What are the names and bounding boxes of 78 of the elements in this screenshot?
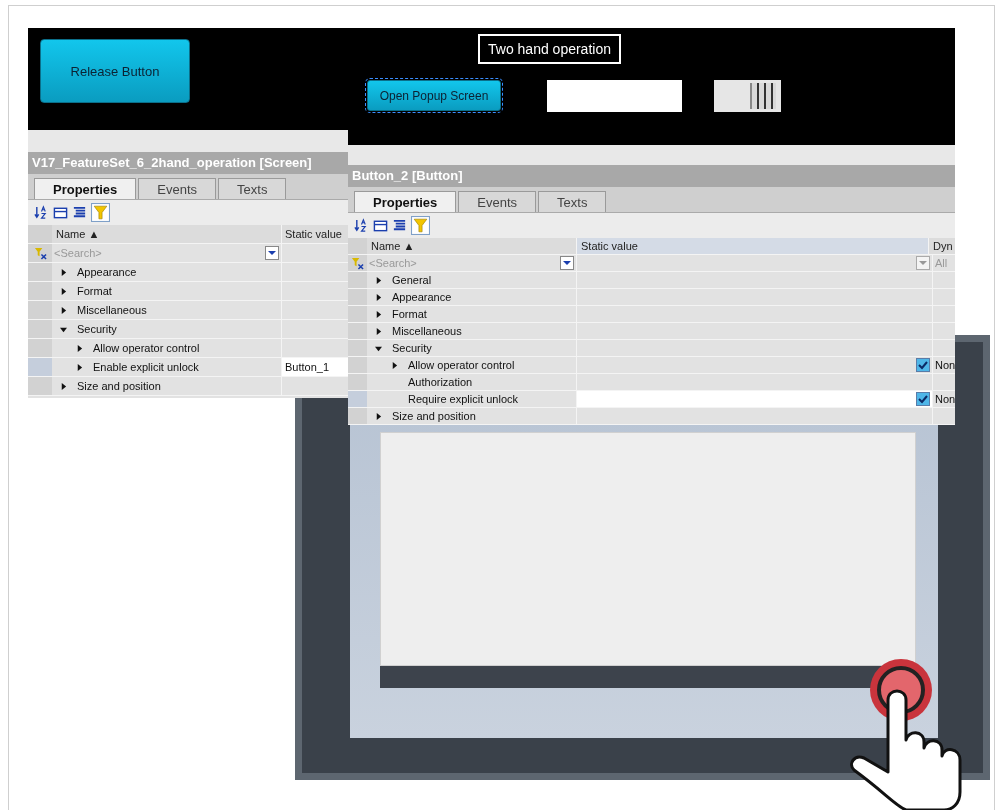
column-header[interactable]: Static value — [282, 225, 348, 243]
inspector-title: Button_2 [Button] — [348, 165, 955, 187]
property-name: Require explicit unlock — [408, 393, 519, 405]
property-name: Allow operator control — [93, 342, 200, 354]
property-name: Appearance — [392, 291, 452, 303]
property-name: Enable explicit unlock — [93, 361, 199, 373]
title-label: Two hand operation — [478, 34, 621, 64]
collapse-triangle-icon[interactable] — [375, 344, 382, 352]
property-row[interactable]: Format — [348, 306, 955, 323]
column-header[interactable]: Dyn — [928, 238, 955, 254]
sort-icon[interactable] — [34, 205, 49, 220]
tab[interactable]: Events — [138, 178, 217, 199]
clear-filter-icon[interactable] — [33, 246, 47, 260]
folder-icon[interactable] — [373, 218, 388, 233]
property-name: Size and position — [392, 410, 476, 422]
tab[interactable]: Properties — [354, 191, 457, 212]
property-name: Security — [392, 342, 432, 354]
dynamic-value: Non — [934, 393, 955, 405]
column-header[interactable]: Name ▲ — [52, 225, 282, 243]
search-field[interactable]: <Search> — [54, 247, 265, 259]
expand-triangle-icon[interactable] — [76, 344, 83, 352]
expand-triangle-icon[interactable] — [60, 268, 67, 276]
property-row[interactable]: Size and position — [348, 408, 955, 425]
tab[interactable]: Texts — [218, 178, 287, 199]
property-name: Security — [77, 323, 117, 335]
checkbox[interactable] — [916, 358, 930, 372]
property-row[interactable]: Appearance — [28, 263, 348, 282]
property-name: Authorization — [408, 376, 473, 388]
property-row[interactable]: Format — [28, 282, 348, 301]
release-button[interactable]: Release Button — [40, 39, 190, 103]
expand-triangle-icon[interactable] — [375, 276, 382, 284]
expand-triangle-icon[interactable] — [375, 310, 382, 318]
property-row[interactable]: Miscellaneous — [28, 301, 348, 320]
property-name: Miscellaneous — [392, 325, 462, 337]
list-icon[interactable] — [392, 218, 407, 233]
property-row[interactable]: Security — [28, 320, 348, 339]
property-row[interactable]: Allow operator control Non — [348, 357, 955, 374]
toggle-knob[interactable] — [750, 83, 776, 109]
sort-icon[interactable] — [354, 218, 369, 233]
expand-triangle-icon[interactable] — [375, 293, 382, 301]
expand-triangle-icon[interactable] — [60, 287, 67, 295]
dynamic-value: Non — [934, 359, 955, 371]
checkbox[interactable] — [916, 392, 930, 406]
dynamic-filter: All — [934, 257, 948, 269]
dropdown-icon[interactable] — [560, 256, 574, 270]
expand-triangle-icon[interactable] — [375, 327, 382, 335]
collapse-triangle-icon[interactable] — [60, 325, 67, 333]
toggle-switch[interactable] — [714, 80, 781, 112]
property-name: Appearance — [77, 266, 137, 278]
expand-triangle-icon[interactable] — [60, 306, 67, 314]
input-field[interactable] — [547, 80, 682, 112]
tab[interactable]: Texts — [538, 191, 607, 212]
property-value: Button_1 — [285, 361, 330, 373]
property-row[interactable]: General — [348, 272, 955, 289]
property-name: Format — [392, 308, 427, 320]
open-popup-button[interactable]: Open Popup Screen — [367, 80, 501, 111]
property-name: General — [392, 274, 432, 286]
property-name: Format — [77, 285, 112, 297]
property-row[interactable]: Miscellaneous — [348, 323, 955, 340]
property-name: Miscellaneous — [77, 304, 147, 316]
dropdown-icon[interactable] — [265, 246, 279, 260]
property-name: Size and position — [77, 380, 161, 392]
expand-triangle-icon[interactable] — [60, 382, 67, 390]
expand-triangle-icon[interactable] — [375, 412, 382, 420]
property-row[interactable]: Security — [348, 340, 955, 357]
folder-icon[interactable] — [53, 205, 68, 220]
expand-triangle-icon[interactable] — [391, 361, 398, 369]
property-name: Allow operator control — [408, 359, 515, 371]
tab[interactable]: Events — [458, 191, 537, 212]
property-row[interactable]: Size and position — [28, 377, 348, 396]
tab[interactable]: Properties — [34, 178, 137, 199]
property-row[interactable]: Enable explicit unlock Button_1 — [28, 358, 348, 377]
property-row[interactable]: Appearance — [348, 289, 955, 306]
search-field[interactable]: <Search> — [369, 257, 560, 269]
list-icon[interactable] — [72, 205, 87, 220]
expand-triangle-icon[interactable] — [76, 363, 83, 371]
column-header[interactable]: Static value — [577, 238, 928, 254]
inspector-title: V17_FeatureSet_6_2hand_operation [Screen] — [28, 152, 348, 174]
